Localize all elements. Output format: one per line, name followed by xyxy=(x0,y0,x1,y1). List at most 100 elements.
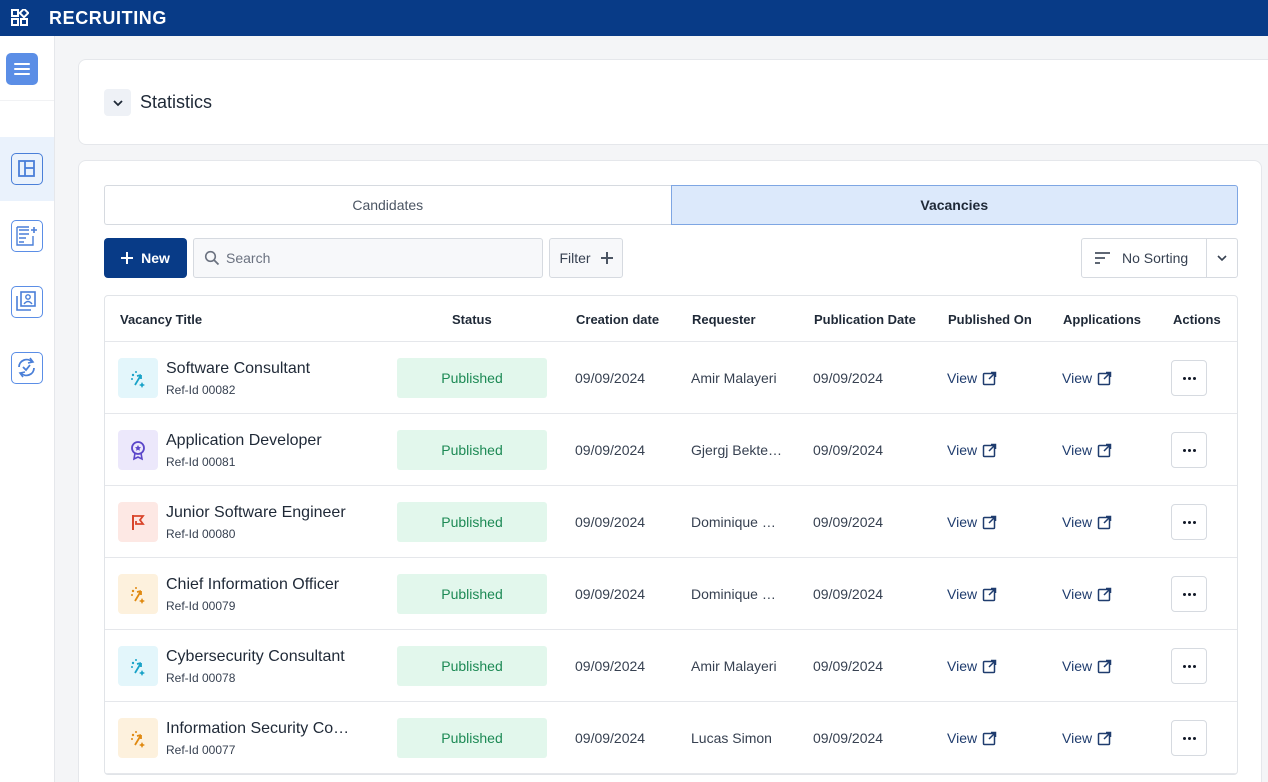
apps-grid-icon[interactable] xyxy=(11,7,30,27)
row-actions-button[interactable] xyxy=(1171,648,1207,684)
sort-lines-icon xyxy=(1095,252,1110,264)
header-applications[interactable]: Applications xyxy=(1063,312,1141,327)
sidebar-item-new-document[interactable] xyxy=(0,204,54,268)
applications-view-link[interactable]: View xyxy=(1062,730,1112,746)
search-box[interactable] xyxy=(193,238,543,278)
published-on-view-link[interactable]: View xyxy=(947,586,997,602)
applications-view-link[interactable]: View xyxy=(1062,370,1112,386)
external-link-icon xyxy=(1097,731,1112,745)
new-document-icon xyxy=(11,220,43,252)
header-status[interactable]: Status xyxy=(452,312,492,327)
sparkle-arrow-icon xyxy=(118,574,158,614)
sidebar-item-sync[interactable] xyxy=(0,336,54,400)
external-link-icon xyxy=(1097,371,1112,385)
vacancy-title[interactable]: Software Consultant xyxy=(166,360,310,378)
vacancy-ref-id: Ref-Id 00077 xyxy=(166,743,236,757)
published-on-view-link[interactable]: View xyxy=(947,514,997,530)
row-actions-button[interactable] xyxy=(1171,576,1207,612)
applications-view-link[interactable]: View xyxy=(1062,586,1112,602)
publication-date: 09/09/2024 xyxy=(813,586,884,602)
status-badge: Published xyxy=(397,430,547,470)
table-row[interactable]: Junior Software Engineer Ref-Id 00080 Pu… xyxy=(105,486,1237,558)
sparkle-arrow-icon xyxy=(118,646,158,686)
row-actions-button[interactable] xyxy=(1171,360,1207,396)
filter-button[interactable]: Filter xyxy=(549,238,623,278)
requester: Gjergj Bekte… xyxy=(691,442,783,458)
applications-view-link[interactable]: View xyxy=(1062,442,1112,458)
creation-date: 09/09/2024 xyxy=(575,730,646,746)
statistics-panel: Statistics xyxy=(78,59,1268,145)
statistics-title: Statistics xyxy=(140,92,213,112)
app-title: RECRUITING xyxy=(49,7,167,28)
applications-view-link[interactable]: View xyxy=(1062,514,1112,530)
published-on-view-link[interactable]: View xyxy=(947,442,997,458)
row-actions-button[interactable] xyxy=(1171,720,1207,756)
external-link-icon xyxy=(1097,443,1112,457)
publication-date: 09/09/2024 xyxy=(813,442,884,458)
more-dots-icon xyxy=(1182,736,1186,740)
table-row[interactable]: Application Developer Ref-Id 00081 Publi… xyxy=(105,414,1237,486)
search-input[interactable] xyxy=(226,250,526,266)
external-link-icon xyxy=(1097,587,1112,601)
header-publication-date[interactable]: Publication Date xyxy=(814,312,916,327)
header-published-on[interactable]: Published On xyxy=(948,312,1032,327)
table-row[interactable]: Information Security Co… Ref-Id 00077 Pu… xyxy=(105,702,1237,774)
top-bar: RECRUITING xyxy=(0,0,1268,36)
external-link-icon xyxy=(1097,515,1112,529)
sync-check-icon xyxy=(11,352,43,384)
sparkle-arrow-icon xyxy=(118,358,158,398)
publication-date: 09/09/2024 xyxy=(813,514,884,530)
published-on-view-link[interactable]: View xyxy=(947,730,997,746)
status-badge: Published xyxy=(397,358,547,398)
external-link-icon xyxy=(982,371,997,385)
new-button-label: New xyxy=(141,250,170,266)
status-badge: Published xyxy=(397,574,547,614)
external-link-icon xyxy=(982,587,997,601)
vacancy-ref-id: Ref-Id 00082 xyxy=(166,383,236,397)
sidebar xyxy=(0,36,55,782)
vacancy-title[interactable]: Junior Software Engineer xyxy=(166,504,346,522)
library-icon xyxy=(11,286,43,318)
publication-date: 09/09/2024 xyxy=(813,658,884,674)
chevron-down-icon xyxy=(1217,255,1227,262)
status-badge: Published xyxy=(397,718,547,758)
published-on-view-link[interactable]: View xyxy=(947,370,997,386)
menu-toggle-button[interactable] xyxy=(6,53,38,85)
header-vacancy-title[interactable]: Vacancy Title xyxy=(120,312,202,327)
more-dots-icon xyxy=(1182,376,1186,380)
sort-dropdown-toggle[interactable] xyxy=(1207,239,1237,277)
creation-date: 09/09/2024 xyxy=(575,442,646,458)
row-actions-button[interactable] xyxy=(1171,504,1207,540)
new-vacancy-button[interactable]: New xyxy=(104,238,187,278)
vacancy-title[interactable]: Information Security Co… xyxy=(166,720,349,738)
creation-date: 09/09/2024 xyxy=(575,586,646,602)
vacancy-title[interactable]: Cybersecurity Consultant xyxy=(166,648,345,666)
external-link-icon xyxy=(1097,659,1112,673)
vacancy-title[interactable]: Application Developer xyxy=(166,432,322,450)
tab-candidates[interactable]: Candidates xyxy=(104,185,671,225)
table-row[interactable]: Software Consultant Ref-Id 00082 Publish… xyxy=(105,342,1237,414)
row-actions-button[interactable] xyxy=(1171,432,1207,468)
toolbar: New Filter No Sorting xyxy=(104,238,1238,279)
header-requester[interactable]: Requester xyxy=(692,312,756,327)
header-creation-date[interactable]: Creation date xyxy=(576,312,659,327)
table-row[interactable]: Chief Information Officer Ref-Id 00079 P… xyxy=(105,558,1237,630)
sidebar-item-library[interactable] xyxy=(0,270,54,334)
creation-date: 09/09/2024 xyxy=(575,370,646,386)
published-on-view-link[interactable]: View xyxy=(947,658,997,674)
sidebar-item-dashboard[interactable] xyxy=(0,137,54,201)
statistics-collapse-button[interactable] xyxy=(104,89,131,116)
sort-button[interactable]: No Sorting xyxy=(1082,239,1207,277)
applications-view-link[interactable]: View xyxy=(1062,658,1112,674)
external-link-icon xyxy=(982,443,997,457)
table-row[interactable]: Cybersecurity Consultant Ref-Id 00078 Pu… xyxy=(105,630,1237,702)
more-dots-icon xyxy=(1182,520,1186,524)
tab-vacancies[interactable]: Vacancies xyxy=(670,185,1238,225)
vacancy-ref-id: Ref-Id 00079 xyxy=(166,599,236,613)
requester: Dominique … xyxy=(691,586,776,602)
vacancy-ref-id: Ref-Id 00078 xyxy=(166,671,236,685)
more-dots-icon xyxy=(1182,448,1186,452)
vacancy-ref-id: Ref-Id 00081 xyxy=(166,455,236,469)
creation-date: 09/09/2024 xyxy=(575,514,646,530)
vacancy-title[interactable]: Chief Information Officer xyxy=(166,576,339,594)
